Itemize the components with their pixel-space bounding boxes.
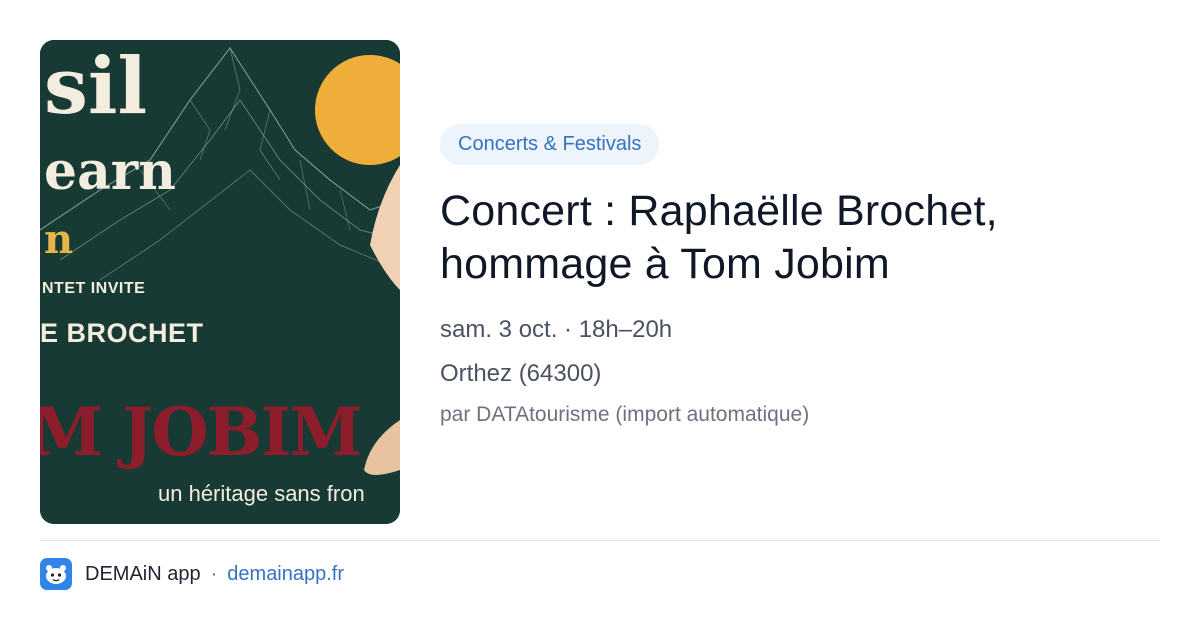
event-location: Orthez (64300): [440, 360, 602, 387]
event-datetime: sam. 3 oct. · 18h–20h: [440, 316, 673, 343]
poster-headline: M JOBIM: [40, 393, 362, 471]
event-poster-image[interactable]: sil earn n NTET INVITE E BROCHET M JOBIM…: [40, 40, 400, 524]
footer-divider: [40, 540, 1160, 541]
share-card: sil earn n NTET INVITE E BROCHET M JOBIM…: [0, 0, 1200, 630]
demain-app-icon: [40, 558, 72, 590]
category-badge[interactable]: Concerts & Festivals: [440, 124, 660, 165]
poster-line-1: sil: [44, 41, 148, 132]
poster-tagline: un héritage sans fron: [158, 481, 365, 506]
poster-line-3: n: [44, 216, 74, 263]
poster-line-2: earn: [44, 141, 176, 202]
app-name: DEMAiN app: [85, 562, 201, 585]
event-details: Concerts & Festivals Concert : Raphaëlle…: [440, 124, 1160, 429]
footer: DEMAiN app · demainapp.fr: [40, 558, 344, 590]
event-source: par DATAtourisme (import automatique): [440, 403, 810, 426]
poster-invite-text: NTET INVITE: [42, 280, 146, 297]
poster-artist-text: E BROCHET: [40, 318, 204, 348]
site-link[interactable]: demainapp.fr: [227, 563, 344, 586]
footer-separator: ·: [210, 562, 218, 585]
event-title[interactable]: Concert : Raphaëlle Brochet, hommage à T…: [440, 185, 1160, 291]
